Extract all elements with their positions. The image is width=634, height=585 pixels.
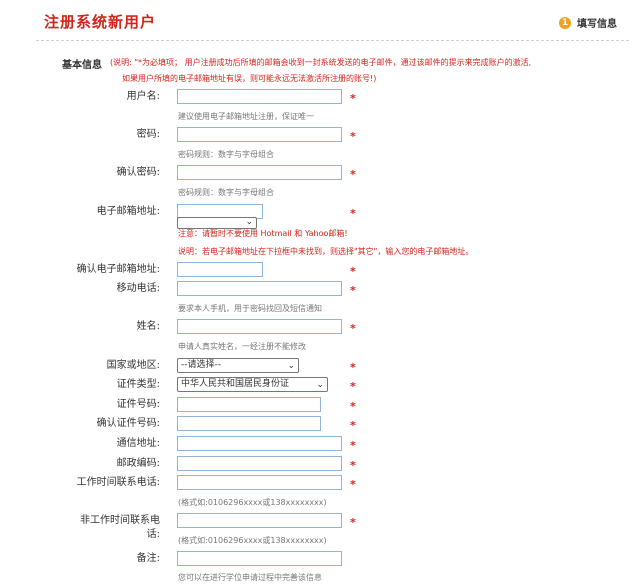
email-label: 电子邮箱地址: [96, 206, 160, 217]
work-phone-hint: (格式如:0106296xxxx或138xxxxxxxx) [178, 498, 327, 507]
id-type-label: 证件类型: [116, 379, 160, 390]
header-divider [36, 40, 629, 41]
id-number-input[interactable] [177, 397, 321, 412]
email-warning: 注意：请暂时不要使用 Hotmail 和 Yahoo邮箱! [178, 229, 348, 238]
required-mark: * [350, 265, 356, 278]
confirm-password-input[interactable] [177, 165, 342, 180]
required-mark: * [350, 130, 356, 143]
password-hint: 密码规则：数字与字母组合 [178, 150, 274, 159]
work-phone-label: 工作时间联系电话: [76, 477, 160, 488]
required-mark: * [350, 92, 356, 105]
confirm-password-label: 确认密码: [116, 167, 160, 178]
remark-input[interactable] [177, 551, 342, 566]
required-mark: * [350, 439, 356, 452]
country-label: 国家或地区: [106, 360, 160, 371]
offwork-phone-label-line1: 非工作时间联系电 [80, 515, 160, 526]
required-mark: * [350, 478, 356, 491]
confirm-email-label: 确认电子邮箱地址: [76, 264, 160, 275]
chevron-down-icon: ⌄ [245, 217, 253, 227]
password-input[interactable] [177, 127, 342, 142]
postcode-input[interactable] [177, 456, 342, 471]
section-note-line1: (说明: "*为必填项； 用户注册成功后所填的邮箱会收到一封系统发送的电子邮件，… [110, 58, 532, 67]
id-type-selected: 中华人民共和国居民身份证 [181, 379, 290, 389]
id-number-label: 证件号码: [116, 399, 160, 410]
confirm-id-number-input[interactable] [177, 416, 321, 431]
required-mark: * [350, 380, 356, 393]
page-title: 注册系统新用户 [44, 13, 157, 31]
step-number-badge: 1 [559, 16, 571, 29]
chevron-down-icon: ⌄ [287, 361, 295, 371]
address-label: 通信地址: [116, 438, 160, 449]
required-mark: * [350, 284, 356, 297]
mobile-input[interactable] [177, 281, 342, 296]
offwork-phone-label-line2: 话: [146, 529, 160, 540]
password-label: 密码: [136, 129, 160, 140]
confirm-id-number-label: 确认证件号码: [96, 418, 160, 429]
required-mark: * [350, 322, 356, 335]
country-select[interactable]: --请选择-- ⌄ [177, 358, 299, 373]
confirm-email-input[interactable] [177, 262, 263, 277]
section-title: 基本信息 [62, 60, 102, 71]
required-mark: * [350, 459, 356, 472]
required-mark: * [350, 516, 356, 529]
confirm-password-hint: 密码规则：数字与字母组合 [178, 188, 274, 197]
required-mark: * [350, 400, 356, 413]
work-phone-input[interactable] [177, 475, 342, 490]
chevron-down-icon: ⌄ [316, 380, 324, 390]
name-hint: 申请人真实姓名，一经注册不能修改 [178, 342, 306, 351]
remark-label: 备注: [136, 553, 160, 564]
required-mark: * [350, 419, 356, 432]
mobile-label: 移动电话: [116, 283, 160, 294]
username-hint: 建议使用电子邮箱地址注册，保证唯一 [178, 112, 314, 121]
username-input[interactable] [177, 89, 342, 104]
country-selected: --请选择-- [181, 360, 221, 370]
mobile-hint: 要求本人手机，用于密码找回及短信通知 [178, 304, 322, 313]
postcode-label: 邮政编码: [116, 458, 160, 469]
name-input[interactable] [177, 319, 342, 334]
required-mark: * [350, 207, 356, 220]
step-label: 填写信息 [577, 19, 617, 30]
remark-hint: 您可以在进行学位申请过程中完善该信息 [178, 573, 322, 582]
id-type-select[interactable]: 中华人民共和国居民身份证 ⌄ [177, 377, 328, 392]
name-label: 姓名: [136, 321, 160, 332]
step-indicator: 1 填写信息 [559, 15, 617, 30]
offwork-phone-input[interactable] [177, 513, 342, 528]
address-input[interactable] [177, 436, 342, 451]
offwork-phone-hint: (格式如:0106296xxxx或138xxxxxxxx) [178, 536, 327, 545]
required-mark: * [350, 168, 356, 181]
email-instruction: 说明：若电子邮箱地址在下拉框中未找到，则选择"其它"，输入您的电子邮箱地址。 [178, 247, 474, 256]
username-label: 用户名: [126, 91, 160, 102]
section-note-line2: 如果用户所填的电子邮箱地址有误，则可能永远无法激活所注册的账号!) [122, 74, 377, 83]
required-mark: * [350, 361, 356, 374]
